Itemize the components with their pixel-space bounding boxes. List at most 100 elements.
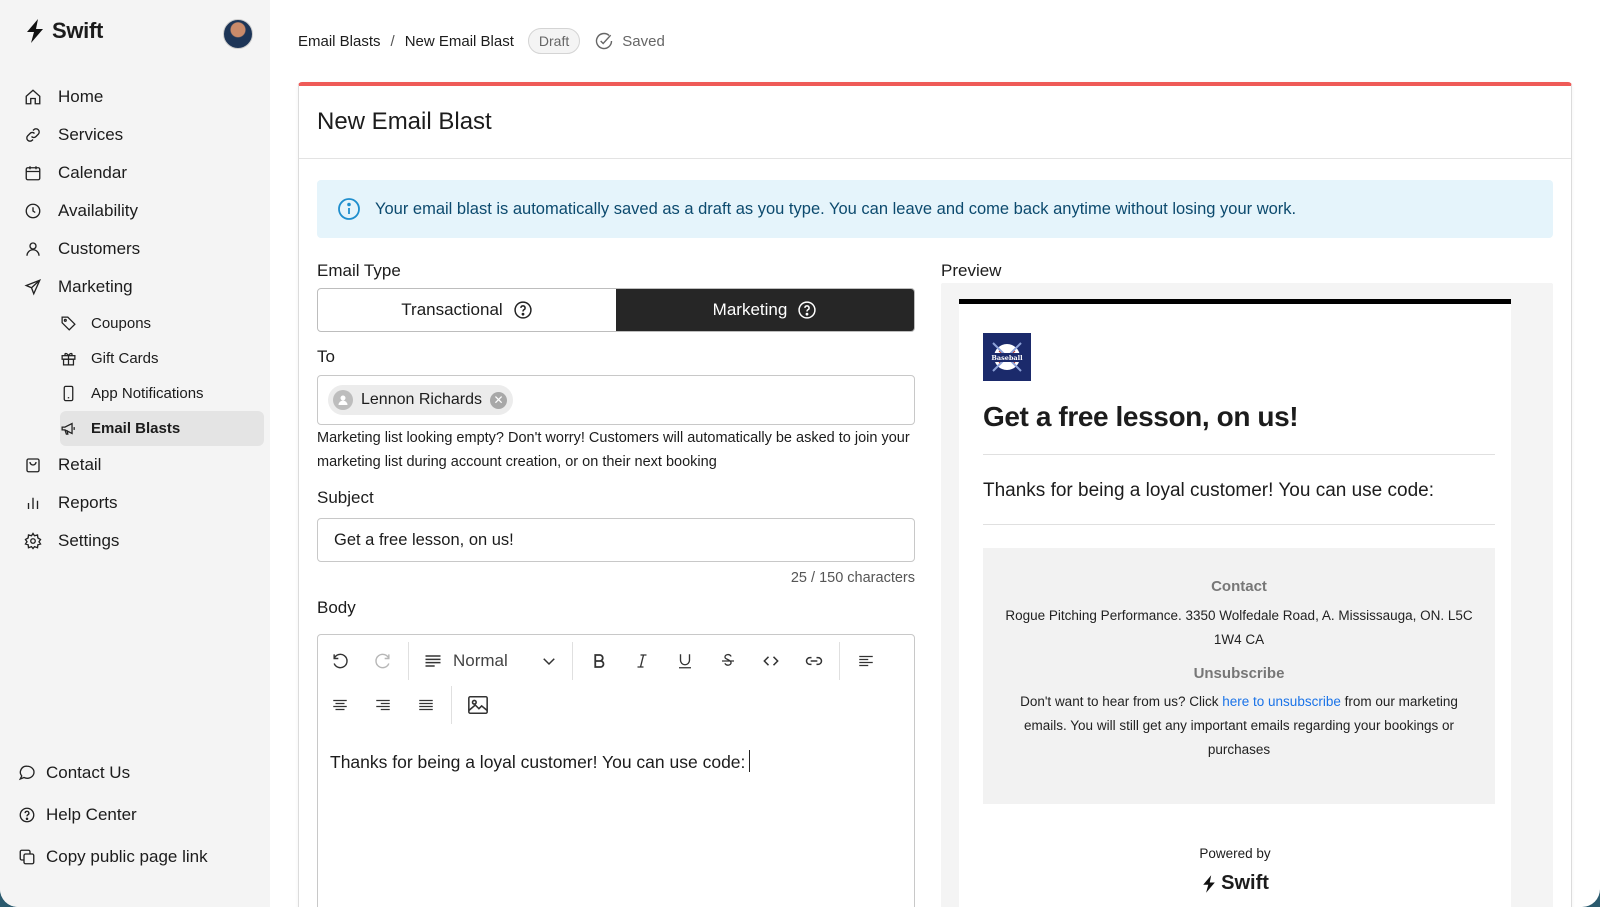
sidebar-item-availability[interactable]: Availability (24, 192, 264, 230)
subject-char-count: 25 / 150 characters (790, 570, 915, 586)
copy-icon (19, 849, 35, 865)
email-preview: Baseball Get a free lesson, on us! Thank… (959, 299, 1511, 907)
image-icon (467, 695, 488, 715)
unsubscribe-text-before: Don't want to hear from us? Click (1020, 694, 1223, 709)
question-icon[interactable] (513, 300, 533, 320)
marketing-subnav: Coupons Gift Cards App Notifications Ema… (24, 306, 264, 446)
copy-public-page-label: Copy public page link (46, 847, 208, 866)
email-type-label: Email Type (317, 261, 401, 280)
body-text-area[interactable]: Thanks for being a loyal customer! You c… (330, 750, 751, 773)
undo-icon (332, 653, 348, 669)
insert-image-button[interactable] (456, 685, 499, 725)
body-editor: Normal Thanks for being a loyal customer… (317, 634, 915, 907)
chevron-down-icon (543, 658, 555, 666)
transactional-option[interactable]: Transactional (318, 289, 616, 331)
align-right-button[interactable] (361, 685, 404, 725)
contact-address: Rogue Pitching Performance. 3350 Wolfeda… (1005, 608, 1473, 647)
sidebar: Swift Home Services Calendar Availabilit… (0, 0, 270, 907)
breadcrumb-email-blasts[interactable]: Email Blasts (298, 33, 381, 50)
link-icon (805, 656, 822, 666)
marketing-option[interactable]: Marketing (616, 289, 914, 331)
preview-heading: Get a free lesson, on us! (983, 401, 1299, 432)
question-icon[interactable] (797, 300, 817, 320)
help-center-link[interactable]: Help Center (18, 794, 258, 836)
contact-heading: Contact (1211, 578, 1267, 595)
help-center-label: Help Center (46, 805, 137, 824)
sidebar-item-label: Services (58, 125, 124, 144)
business-logo: Baseball (983, 333, 1031, 381)
preview-label: Preview (941, 261, 1002, 280)
align-left-button[interactable] (844, 641, 887, 681)
powered-by-logo: Swift (959, 872, 1511, 895)
subject-label: Subject (317, 488, 374, 507)
text-caret (749, 750, 751, 772)
strikethrough-button[interactable] (706, 641, 749, 681)
breadcrumb-current: New Email Blast (404, 32, 514, 50)
remove-recipient-icon[interactable]: ✕ (489, 391, 507, 409)
sidebar-item-settings[interactable]: Settings (24, 522, 264, 560)
sidebar-item-app-notifications[interactable]: App Notifications (60, 376, 260, 411)
email-preview-panel: Baseball Get a free lesson, on us! Thank… (941, 283, 1553, 907)
contact-us-link[interactable]: Contact Us (18, 752, 258, 794)
sidebar-item-email-blasts[interactable]: Email Blasts (60, 411, 264, 446)
to-label: To (317, 347, 335, 366)
copy-public-page-link[interactable]: Copy public page link (18, 836, 258, 878)
sidebar-item-label: Settings (58, 531, 120, 550)
help-icon (19, 807, 35, 823)
sidebar-item-calendar[interactable]: Calendar (24, 154, 264, 192)
redo-button[interactable] (361, 641, 404, 681)
sidebar-item-label: Customers (58, 239, 141, 258)
brand[interactable]: Swift (24, 18, 103, 44)
recipient-chip: Lennon Richards ✕ (328, 385, 513, 415)
link-button[interactable] (792, 641, 835, 681)
sidebar-item-label: Coupons (91, 315, 152, 332)
sidebar-item-reports[interactable]: Reports (24, 484, 264, 522)
paragraph-icon (425, 655, 441, 667)
chip-user-icon (333, 390, 353, 410)
breadcrumb-separator: / (390, 32, 395, 50)
sidebar-item-label: Availability (58, 201, 139, 220)
sidebar-item-coupons[interactable]: Coupons (60, 306, 260, 341)
sidebar-item-retail[interactable]: Retail (24, 446, 264, 484)
powered-brand: Swift (1221, 872, 1269, 894)
subject-input[interactable]: Get a free lesson, on us! (317, 518, 915, 562)
italic-button[interactable] (620, 641, 663, 681)
brand-name: Swift (52, 18, 104, 43)
bold-button[interactable] (577, 641, 620, 681)
preview-divider (983, 524, 1495, 525)
info-icon (338, 198, 360, 220)
editor-toolbar-row-2 (318, 683, 914, 727)
sidebar-item-home[interactable]: Home (24, 78, 264, 116)
sidebar-item-services[interactable]: Services (24, 116, 264, 154)
code-button[interactable] (749, 641, 792, 681)
text-style-select[interactable]: Normal (413, 641, 568, 681)
check-circle-icon (596, 32, 613, 50)
bar-chart-icon (27, 497, 39, 509)
recipients-input[interactable]: Lennon Richards ✕ (317, 375, 915, 425)
send-icon (24, 279, 42, 296)
sidebar-item-label: Home (58, 87, 104, 106)
phone-icon (63, 385, 74, 402)
preview-body: Thanks for being a loyal customer! You c… (983, 480, 1434, 501)
sidebar-item-customers[interactable]: Customers (24, 230, 264, 268)
marketing-label: Marketing (712, 300, 788, 319)
align-justify-button[interactable] (404, 685, 447, 725)
saved-label: Saved (622, 32, 665, 50)
sidebar-item-label: Gift Cards (91, 350, 159, 367)
body-label: Body (317, 598, 356, 617)
sidebar-item-label: Email Blasts (91, 420, 181, 437)
main-nav: Home Services Calendar Availability Cust… (24, 78, 264, 560)
sidebar-item-marketing[interactable]: Marketing (24, 268, 264, 306)
page-title: New Email Blast (317, 108, 492, 135)
autosave-info-banner: Your email blast is automatically saved … (317, 180, 1553, 238)
sidebar-item-gift-cards[interactable]: Gift Cards (60, 341, 260, 376)
redo-icon (374, 653, 390, 669)
underline-button[interactable] (663, 641, 706, 681)
undo-button[interactable] (318, 641, 361, 681)
contact-us-label: Contact Us (46, 763, 131, 782)
avatar[interactable] (223, 19, 253, 49)
gear-icon (24, 532, 42, 550)
align-center-button[interactable] (318, 685, 361, 725)
chat-icon (18, 765, 35, 781)
unsubscribe-link[interactable]: here to unsubscribe (1222, 694, 1341, 709)
